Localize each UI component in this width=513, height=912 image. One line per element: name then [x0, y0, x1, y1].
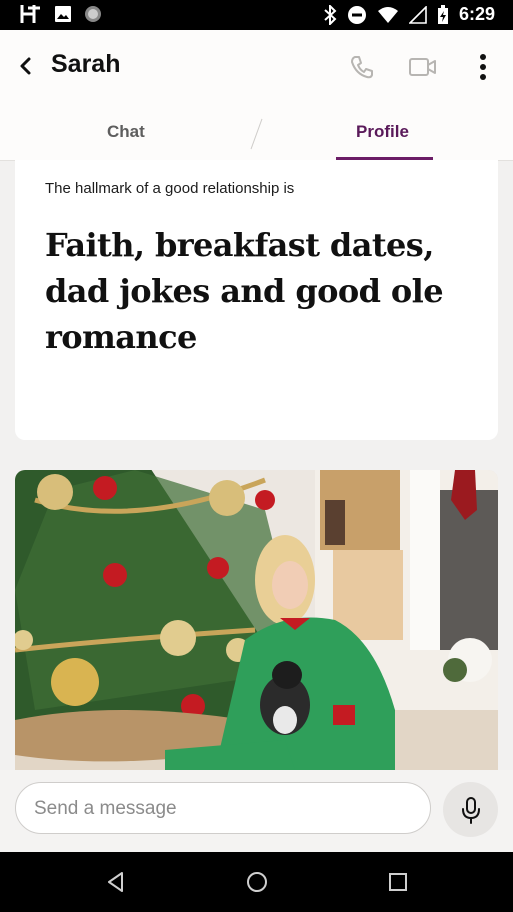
- video-camera-icon: [409, 58, 436, 76]
- back-button[interactable]: [12, 52, 40, 80]
- video-call-button[interactable]: [406, 50, 440, 84]
- tab-bar: Chat Profile: [0, 112, 513, 160]
- message-composer: Send a message: [0, 770, 513, 852]
- tab-divider: [250, 118, 263, 150]
- tab-profile[interactable]: Profile: [356, 122, 409, 142]
- phone-icon: [351, 56, 373, 79]
- profile-photo[interactable]: [15, 470, 498, 770]
- more-options-button[interactable]: [466, 50, 500, 84]
- back-triangle-icon[interactable]: [104, 870, 128, 894]
- prompt-answer: Faith, breakfast dates, dad jokes and go…: [45, 226, 444, 356]
- circle-notification-icon: [85, 6, 101, 22]
- hinge-logo-icon: [20, 5, 40, 23]
- tab-chat[interactable]: Chat: [107, 122, 145, 142]
- prompt-card[interactable]: The hallmark of a good relationship is F…: [15, 160, 498, 440]
- wifi-icon: [377, 6, 398, 23]
- signal-icon: [408, 5, 427, 24]
- call-button[interactable]: [345, 50, 379, 84]
- battery-icon: [437, 4, 448, 24]
- voice-note-button[interactable]: [443, 782, 498, 837]
- home-circle-icon[interactable]: [245, 870, 269, 894]
- clock: 6:29: [458, 4, 495, 24]
- christmas-photo: [15, 470, 498, 770]
- match-name: Sarah: [51, 50, 121, 78]
- message-placeholder: Send a message: [34, 798, 177, 819]
- recents-square-icon[interactable]: [386, 870, 410, 894]
- chevron-left-icon: [20, 57, 31, 75]
- system-nav-bar: [0, 852, 513, 912]
- more-vertical-icon: [480, 54, 486, 80]
- dnd-icon: [347, 5, 366, 24]
- status-bar: 6:29: [0, 0, 513, 30]
- bluetooth-icon: [324, 4, 337, 25]
- prompt-question: The hallmark of a good relationship is: [45, 180, 295, 197]
- message-input[interactable]: Send a message: [15, 782, 431, 834]
- microphone-icon: [461, 796, 480, 824]
- image-icon: [55, 6, 71, 22]
- conversation-header: Sarah Chat Profile: [0, 30, 513, 161]
